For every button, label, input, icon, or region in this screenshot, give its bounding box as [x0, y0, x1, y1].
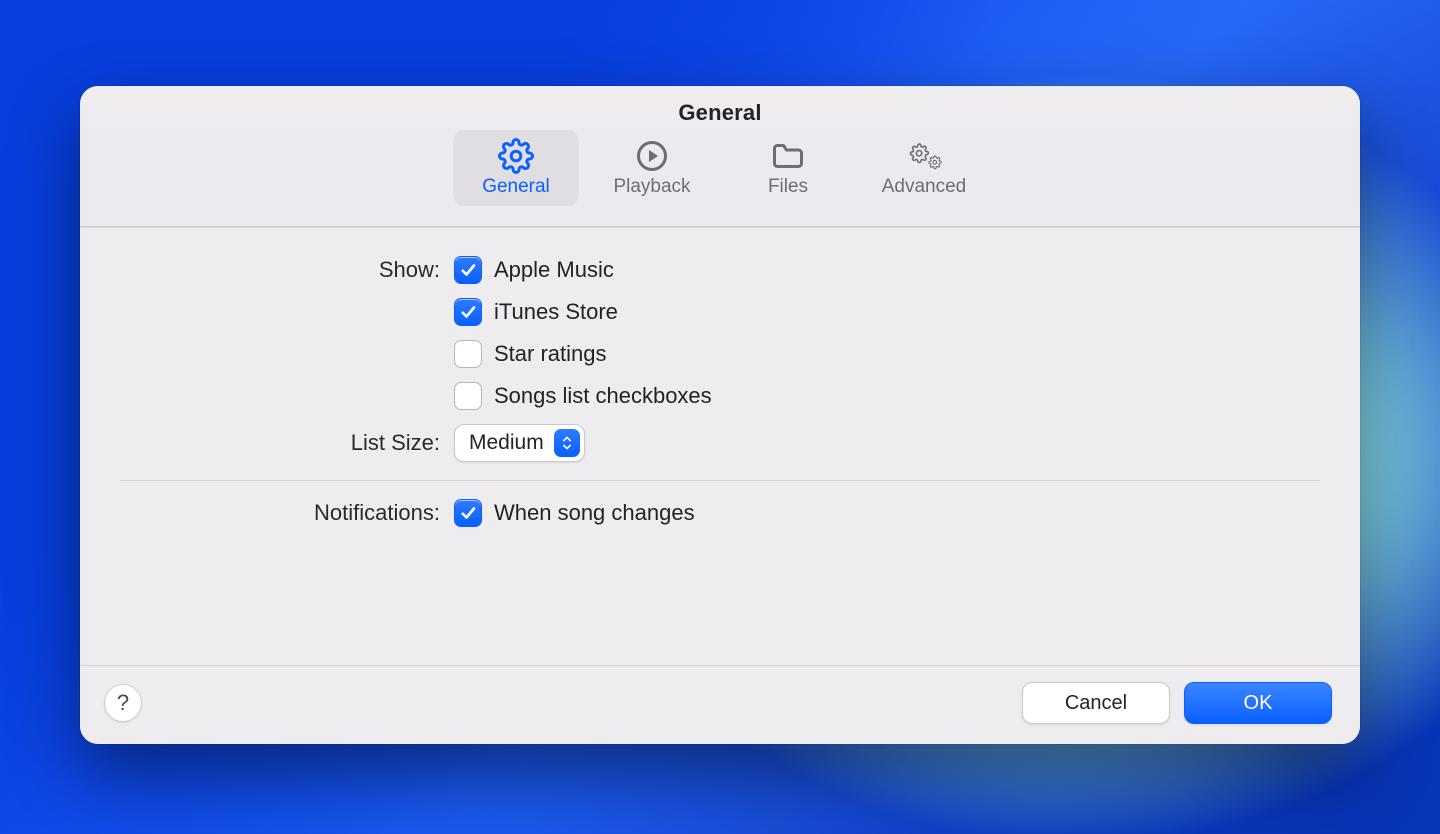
show-songs-list-row: Songs list checkboxes	[120, 382, 1320, 410]
show-itunes-store-row: iTunes Store	[120, 298, 1320, 326]
notifications-row: Notifications: When song changes	[120, 499, 1320, 527]
itunes-store-checkbox[interactable]	[454, 298, 482, 326]
titlebar: General General Playbac	[80, 86, 1360, 227]
songs-list-checkbox[interactable]	[454, 382, 482, 410]
list-size-value: Medium	[469, 431, 544, 455]
when-song-changes-checkbox[interactable]	[454, 499, 482, 527]
tab-label: General	[482, 176, 550, 198]
when-song-changes-label: When song changes	[494, 500, 695, 526]
tab-label: Advanced	[882, 176, 967, 198]
cancel-button-label: Cancel	[1065, 692, 1127, 715]
tab-files[interactable]: Files	[725, 130, 851, 206]
notifications-label: Notifications:	[120, 500, 454, 526]
dialog-footer: ? Cancel OK	[80, 665, 1360, 744]
apple-music-label: Apple Music	[494, 257, 614, 283]
tab-label: Playback	[613, 176, 690, 198]
folder-icon	[770, 138, 806, 174]
cancel-button[interactable]: Cancel	[1022, 682, 1170, 724]
help-button[interactable]: ?	[104, 684, 142, 722]
star-ratings-label: Star ratings	[494, 341, 607, 367]
tab-general[interactable]: General	[453, 130, 579, 206]
list-size-label: List Size:	[120, 430, 454, 456]
section-divider	[120, 480, 1320, 481]
itunes-store-label: iTunes Store	[494, 299, 618, 325]
chevron-up-down-icon	[554, 429, 580, 457]
tab-label: Files	[768, 176, 808, 198]
ok-button-label: OK	[1244, 692, 1273, 715]
star-ratings-checkbox[interactable]	[454, 340, 482, 368]
help-icon: ?	[117, 690, 129, 716]
preferences-window: General General Playbac	[80, 86, 1360, 744]
songs-list-label: Songs list checkboxes	[494, 383, 712, 409]
list-size-row: List Size: Medium	[120, 424, 1320, 462]
list-size-popup[interactable]: Medium	[454, 424, 585, 462]
tab-advanced[interactable]: Advanced	[861, 130, 987, 206]
show-label: Show:	[120, 257, 454, 283]
window-title: General	[80, 100, 1360, 126]
gears-icon	[906, 138, 942, 174]
show-apple-music-row: Show: Apple Music	[120, 256, 1320, 284]
toolbar-tabs: General Playback Files	[80, 126, 1360, 216]
play-circle-icon	[634, 138, 670, 174]
tab-playback[interactable]: Playback	[589, 130, 715, 206]
apple-music-checkbox[interactable]	[454, 256, 482, 284]
general-pane: Show: Apple Music iTunes Store	[80, 227, 1360, 665]
ok-button[interactable]: OK	[1184, 682, 1332, 724]
gear-icon	[498, 138, 534, 174]
show-star-ratings-row: Star ratings	[120, 340, 1320, 368]
